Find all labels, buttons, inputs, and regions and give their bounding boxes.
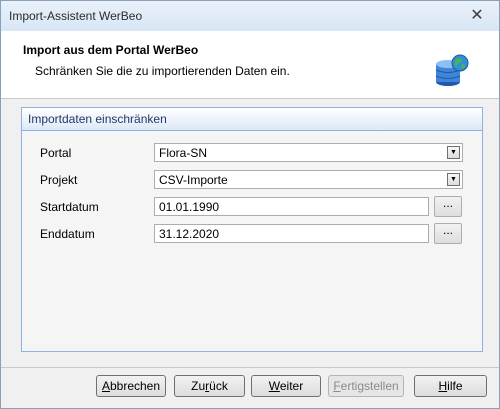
abbrechen-button[interactable]: Abbrechen: [96, 375, 166, 397]
close-button[interactable]: ✕: [463, 6, 491, 25]
projekt-value: CSV-Importe: [159, 173, 228, 187]
abbrechen-label-post: bbrechen: [109, 379, 161, 393]
database-globe-icon: [435, 54, 469, 86]
fertigstellen-label-post: ertigstellen: [340, 379, 399, 393]
group-title: Importdaten einschränken: [28, 112, 167, 126]
wizard-header: Import aus dem Portal WerBeo Schränken S…: [1, 31, 499, 99]
chevron-down-icon[interactable]: ▼: [447, 173, 460, 186]
weiter-accesskey: W: [268, 379, 280, 393]
fertigstellen-button[interactable]: Fertigstellen: [328, 375, 404, 397]
footer-divider: [1, 367, 499, 368]
portal-value: Flora-SN: [159, 146, 208, 160]
portal-label: Portal: [40, 146, 72, 160]
weiter-button[interactable]: Weiter: [251, 375, 321, 397]
startdatum-label: Startdatum: [40, 200, 99, 214]
projekt-select[interactable]: CSV-Importe ▼: [154, 170, 463, 189]
weiter-label-post: eiter: [279, 379, 304, 393]
hilfe-accesskey: H: [438, 379, 448, 393]
page-subtitle: Schränken Sie die zu importierenden Date…: [35, 64, 290, 78]
group-header: Importdaten einschränken: [22, 108, 482, 131]
zurueck-label-post: ück: [209, 379, 228, 393]
close-icon: ✕: [470, 6, 484, 24]
zurueck-label-pre: Zu: [191, 379, 206, 393]
enddatum-picker-button[interactable]: ...: [434, 223, 462, 244]
zurueck-button[interactable]: Zurück: [174, 375, 245, 397]
hilfe-button[interactable]: Hilfe: [414, 375, 487, 397]
page-title: Import aus dem Portal WerBeo: [23, 43, 199, 57]
startdatum-input[interactable]: 01.01.1990: [154, 197, 429, 216]
startdatum-picker-button[interactable]: ...: [434, 196, 462, 217]
projekt-label: Projekt: [40, 173, 78, 187]
window-title: Import-Assistent WerBeo: [9, 9, 143, 23]
enddatum-value: 31.12.2020: [159, 227, 220, 241]
title-bar: Import-Assistent WerBeo ✕: [1, 1, 499, 31]
startdatum-value: 01.01.1990: [159, 200, 220, 214]
chevron-down-icon[interactable]: ▼: [447, 146, 460, 159]
hilfe-label-post: ilfe: [447, 379, 463, 393]
import-filter-group: Importdaten einschränken Portal Flora-SN…: [21, 107, 483, 352]
portal-select[interactable]: Flora-SN ▼: [154, 143, 463, 162]
abbrechen-accesskey: A: [101, 379, 110, 393]
fertigstellen-accesskey: F: [333, 379, 341, 393]
enddatum-input[interactable]: 31.12.2020: [154, 224, 429, 243]
wizard-window: Import-Assistent WerBeo ✕ Import aus dem…: [0, 0, 500, 409]
enddatum-label: Enddatum: [40, 227, 95, 241]
